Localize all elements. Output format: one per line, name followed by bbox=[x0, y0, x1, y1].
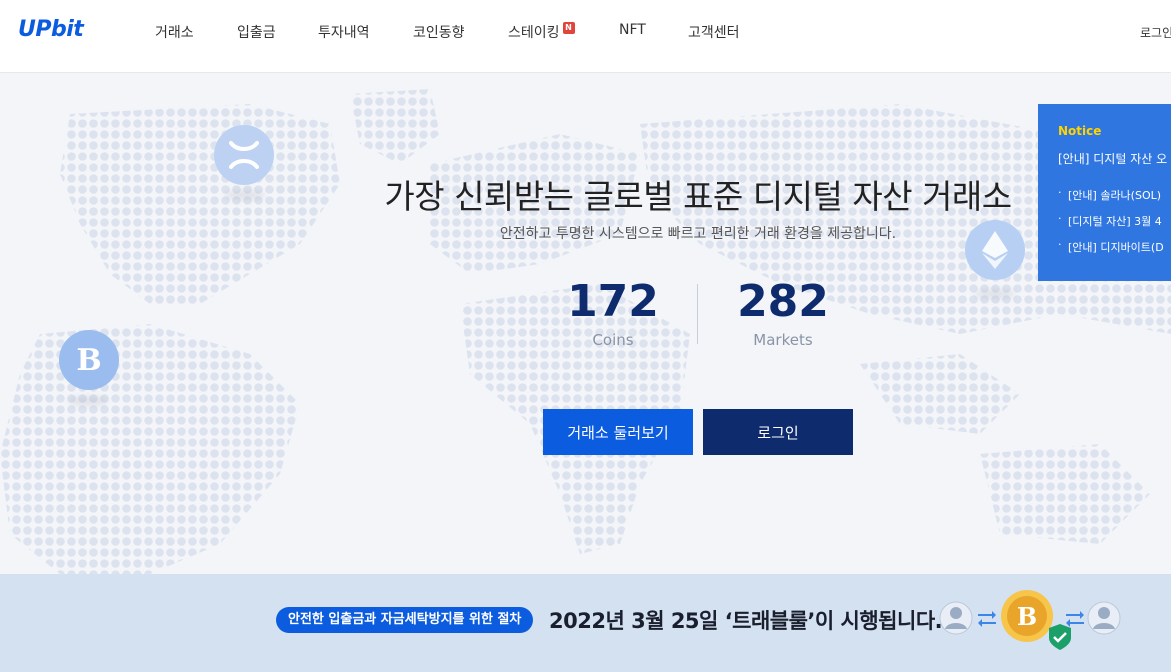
notice-list: [안내] 솔라나(SOL) [디지털 자산] 3월 4 [안내] 디지바이트(D bbox=[1058, 186, 1171, 255]
security-shield-icon bbox=[1049, 624, 1071, 650]
user-avatar-icon bbox=[939, 601, 973, 635]
notice-label: Notice bbox=[1058, 124, 1102, 138]
coin-shadow bbox=[68, 396, 108, 406]
stat-markets: 282 Markets bbox=[723, 276, 843, 350]
nav-item-staking-label: 스테이킹 bbox=[508, 25, 560, 41]
coin-shadow bbox=[975, 289, 1015, 299]
notice-item[interactable]: [디지털 자산] 3월 4 bbox=[1058, 212, 1171, 229]
stat-coins-label: Coins bbox=[592, 331, 634, 349]
nav-item-nft[interactable]: NFT bbox=[619, 22, 646, 38]
hero-section: B 가장 신뢰받는 글로벌 표준 디지털 자산 거래소 안전하고 투명한 시스템… bbox=[0, 74, 1171, 574]
transfer-arrows-icon bbox=[1066, 611, 1084, 627]
explore-exchange-button[interactable]: 거래소 둘러보기 bbox=[543, 409, 693, 455]
banner-text: 2022년 3월 25일 ‘트래블룰’이 시행됩니다. bbox=[549, 609, 943, 633]
site-header: UPbit 거래소 입출금 투자내역 코인동향 스테이킹 N NFT 고객센터 로… bbox=[0, 0, 1171, 73]
travel-rule-banner[interactable]: 안전한 입출금과 자금세탁방지를 위한 절차 2022년 3월 25일 ‘트래블… bbox=[0, 574, 1171, 672]
banner-pill: 안전한 입출금과 자금세탁방지를 위한 절차 bbox=[276, 607, 534, 633]
svg-text:B: B bbox=[1017, 602, 1037, 631]
notice-item[interactable]: [안내] 솔라나(SOL) bbox=[1058, 186, 1171, 203]
header-login-link[interactable]: 로그인 bbox=[1140, 24, 1171, 41]
nav-item-staking[interactable]: 스테이킹 N bbox=[508, 22, 575, 42]
notice-headline[interactable]: [안내] 디지털 자산 오 bbox=[1058, 150, 1171, 167]
travel-rule-illustration: B bbox=[939, 590, 1121, 650]
nav-item-investments[interactable]: 투자내역 bbox=[318, 22, 370, 42]
bitcoin-coin-icon: B bbox=[1001, 590, 1053, 642]
nav-item-deposit-withdraw[interactable]: 입출금 bbox=[237, 22, 276, 42]
transfer-arrows-icon bbox=[978, 611, 996, 627]
nav-item-customer-center[interactable]: 고객센터 bbox=[688, 22, 740, 42]
stat-coins: 172 Coins bbox=[553, 276, 673, 350]
upbit-logo[interactable]: UPbit bbox=[18, 17, 84, 42]
nav-item-exchange[interactable]: 거래소 bbox=[155, 22, 194, 42]
hero-subtitle: 안전하고 투명한 시스템으로 빠르고 편리한 거래 환경을 제공합니다. bbox=[499, 226, 897, 242]
user-avatar-icon bbox=[1087, 601, 1121, 635]
bitcoin-coin-icon: B bbox=[59, 330, 119, 390]
nav-item-coin-trends[interactable]: 코인동향 bbox=[413, 22, 465, 42]
new-badge: N bbox=[562, 22, 575, 34]
stat-coins-value: 172 bbox=[567, 276, 659, 327]
stat-markets-value: 282 bbox=[737, 276, 829, 327]
notice-panel: Notice [안내] 디지털 자산 오 [안내] 솔라나(SOL) [디지털 … bbox=[1038, 104, 1171, 281]
stat-markets-label: Markets bbox=[753, 331, 813, 349]
notice-item[interactable]: [안내] 디지바이트(D bbox=[1058, 238, 1171, 255]
login-button[interactable]: 로그인 bbox=[703, 409, 853, 455]
hero-title: 가장 신뢰받는 글로벌 표준 디지털 자산 거래소 bbox=[384, 177, 1012, 216]
stat-divider bbox=[697, 284, 698, 344]
